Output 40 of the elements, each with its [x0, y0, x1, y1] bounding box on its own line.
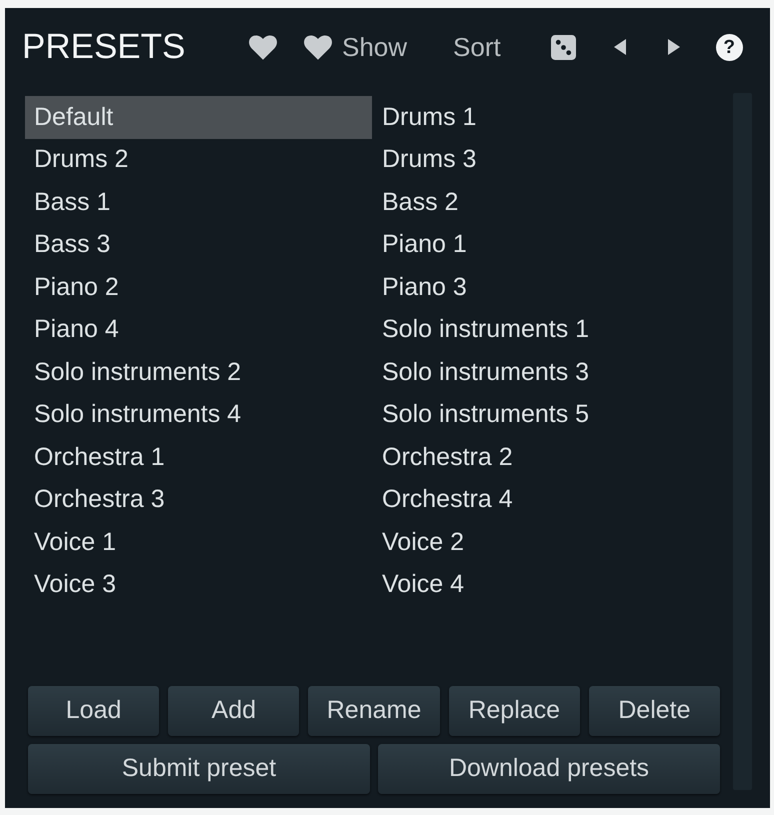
- preset-item[interactable]: Voice 4: [373, 564, 721, 606]
- preset-item[interactable]: Piano 2: [25, 266, 372, 308]
- sort-button[interactable]: Sort: [453, 34, 501, 60]
- show-button[interactable]: Show: [304, 34, 408, 60]
- action-button[interactable]: Add: [168, 686, 300, 736]
- preset-item[interactable]: Voice 1: [25, 521, 372, 564]
- preset-item[interactable]: Drums 1: [373, 96, 721, 138]
- action-button[interactable]: Load: [28, 686, 160, 736]
- help-button[interactable]: ?: [716, 34, 743, 60]
- preset-item[interactable]: Bass 1: [25, 181, 372, 224]
- preset-item[interactable]: Orchestra 2: [373, 436, 721, 478]
- preset-item[interactable]: Bass 2: [373, 181, 721, 224]
- preset-item[interactable]: Bass 3: [25, 224, 372, 266]
- preset-item[interactable]: Voice 3: [25, 564, 372, 606]
- dice-icon[interactable]: [550, 34, 576, 60]
- preset-item[interactable]: Piano 4: [25, 308, 372, 351]
- action-button[interactable]: Replace: [448, 686, 580, 736]
- action-button[interactable]: Submit preset: [28, 744, 370, 794]
- heart-icon: [304, 34, 332, 60]
- preset-item[interactable]: Orchestra 1: [25, 436, 372, 478]
- panel-title: PRESETS: [22, 26, 186, 66]
- preset-item[interactable]: Solo instruments 5: [373, 394, 721, 436]
- action-button[interactable]: Download presets: [378, 744, 720, 794]
- heart-icon[interactable]: [249, 34, 277, 60]
- preset-item[interactable]: Drums 2: [25, 138, 372, 181]
- preset-item[interactable]: Piano 3: [373, 266, 721, 308]
- preset-item[interactable]: Orchestra 3: [25, 478, 372, 521]
- preset-item[interactable]: Solo instruments 3: [373, 351, 721, 394]
- preset-item[interactable]: Solo instruments 2: [25, 351, 372, 394]
- preset-item[interactable]: Orchestra 4: [373, 478, 721, 521]
- next-icon[interactable]: [668, 39, 680, 55]
- preset-item[interactable]: Solo instruments 1: [373, 308, 721, 351]
- previous-icon[interactable]: [614, 39, 626, 55]
- action-button[interactable]: Delete: [588, 686, 720, 736]
- preset-item[interactable]: Default: [25, 96, 372, 138]
- preset-item[interactable]: Voice 2: [373, 521, 721, 564]
- preset-item[interactable]: Drums 3: [373, 138, 721, 181]
- action-button[interactable]: Rename: [308, 686, 440, 736]
- preset-item[interactable]: Solo instruments 4: [25, 394, 372, 436]
- preset-item[interactable]: Piano 1: [373, 224, 721, 266]
